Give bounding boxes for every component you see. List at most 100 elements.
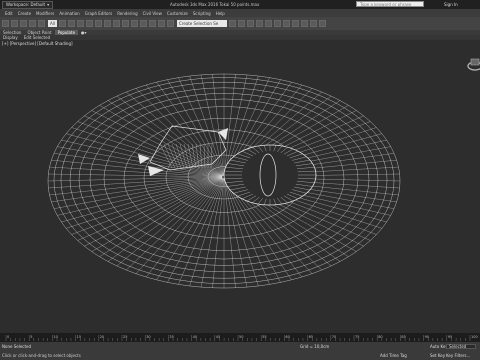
mesh-edge — [178, 178, 224, 285]
menu-item-modifiers[interactable]: Modifiers — [36, 11, 54, 16]
menu-item-create[interactable]: Create — [18, 11, 31, 16]
menu-bar: Edit Create Modifiers Animation Graph Ed… — [0, 9, 480, 17]
search-input[interactable]: Type a keyword or phrase — [356, 1, 424, 7]
mesh-edge — [71, 177, 223, 235]
selection-status: None Selected — [2, 344, 32, 349]
workspace-label: Workspace: Default — [6, 2, 46, 7]
select-by-name-icon[interactable] — [67, 20, 75, 27]
menu-item-animation[interactable]: Animation — [59, 11, 79, 16]
mesh-edge — [61, 177, 223, 223]
material-editor-icon[interactable] — [282, 20, 290, 27]
timeline-tick-label: 70 — [332, 335, 336, 339]
workspace-selector[interactable]: Workspace: Default ▾ — [2, 0, 54, 9]
timeline-ticks: 0 5 10 15 20 25 30 35 40 45 50 55 60 65 70 75 80 85 90 95 10… — [5, 335, 478, 341]
key-filters-button[interactable]: Key Filters... — [446, 353, 470, 358]
key-filter-dropdown[interactable]: Selected — [446, 344, 476, 349]
menu-item-rendering[interactable]: Rendering — [117, 11, 137, 16]
curve-editor-icon[interactable] — [264, 20, 272, 27]
selection-filter-dropdown[interactable]: All — [48, 20, 57, 27]
mesh-edge — [107, 100, 223, 177]
mesh-edge — [223, 178, 236, 288]
grid-size: Grid = 10,0cm — [300, 344, 330, 349]
menu-item-customize[interactable]: Customize — [167, 11, 188, 16]
mesh-edge — [99, 177, 223, 257]
cutout-edge — [179, 143, 188, 169]
window-crossing-icon[interactable] — [85, 20, 93, 27]
pivot-center-icon[interactable] — [130, 20, 138, 27]
layer-explorer-icon[interactable] — [246, 20, 254, 27]
mesh-edge — [212, 178, 225, 288]
timeline-tick-label: 5 — [30, 335, 32, 339]
reference-coordinate-icon[interactable] — [121, 20, 129, 27]
perspective-viewport[interactable]: [+] [Perspective] [Default Shading] — [0, 40, 480, 333]
unlink-icon[interactable] — [29, 20, 36, 27]
key-filter-value: Selected — [449, 344, 467, 349]
schematic-view-icon[interactable] — [273, 20, 281, 27]
timeline-tick-label: 35 — [169, 335, 173, 339]
render-setup-icon[interactable] — [291, 20, 299, 27]
menu-item-graph-editors[interactable]: Graph Editors — [85, 11, 112, 16]
menu-item-civil-view[interactable]: Civil View — [143, 11, 162, 16]
mesh-edge — [167, 178, 224, 283]
timeline-tick-label: 90 — [425, 335, 429, 339]
title-bar: Workspace: Default ▾ Autodesk 3ds Max 20… — [0, 0, 480, 9]
percent-snap-icon[interactable] — [157, 20, 165, 27]
rectangular-selection-icon[interactable] — [76, 20, 84, 27]
chevron-down-icon: ▾ — [47, 2, 50, 7]
scale-icon[interactable] — [112, 20, 120, 27]
menu-item-scripting[interactable]: Scripting — [193, 11, 211, 16]
timeline-tick-label: 40 — [193, 335, 197, 339]
mesh-edge — [135, 178, 224, 274]
named-selection-set-dropdown[interactable]: Create Selection Se — [176, 20, 227, 27]
undo-icon[interactable] — [2, 20, 9, 27]
timeline-tick-label: 45 — [216, 335, 220, 339]
mesh-edge — [212, 74, 225, 176]
spinner-snap-icon[interactable] — [166, 20, 174, 27]
selection-filter-value: All — [50, 21, 55, 26]
main-toolbar: All Create Selection Se — [0, 17, 480, 30]
search-placeholder: Type a keyword or phrase — [360, 1, 412, 7]
render-production-icon[interactable] — [309, 20, 317, 27]
timeline-tick-label: 85 — [401, 335, 405, 339]
hole-inner — [259, 153, 277, 197]
prompt-hint: Click or click-and-drag to select object… — [2, 353, 81, 358]
timeline-tick-label: 65 — [309, 335, 313, 339]
align-icon[interactable] — [237, 20, 245, 27]
menu-item-edit[interactable]: Edit — [5, 11, 13, 16]
add-time-tag-button[interactable]: Add Time Tag — [380, 353, 407, 358]
cutout-edge — [203, 143, 206, 169]
viewport-label[interactable]: [+] [Perspective] [Default Shading] — [2, 41, 73, 46]
redo-icon[interactable] — [11, 20, 18, 27]
sign-in-button[interactable]: Sign In — [444, 2, 458, 7]
timeline-bar[interactable]: 0 5 10 15 20 25 30 35 40 45 50 55 60 65 70 75 80 85 90 95 10… — [0, 333, 480, 342]
angle-snap-icon[interactable] — [148, 20, 156, 27]
timeline-tick-label: 50 — [239, 335, 243, 339]
status-bar: None Selected Click or click-and-drag to… — [0, 342, 480, 360]
graphite-toggle-icon[interactable] — [255, 20, 263, 27]
viewcube-icon[interactable] — [462, 54, 480, 72]
link-icon[interactable] — [20, 20, 27, 27]
mesh-edge — [178, 77, 224, 176]
timeline-tick-label: 0 — [7, 335, 9, 339]
timeline-tick-label: 20 — [100, 335, 104, 339]
rotate-icon[interactable] — [103, 20, 111, 27]
cutout-edge — [183, 143, 191, 169]
mirror-icon[interactable] — [228, 20, 236, 27]
timeline-tick-label: 80 — [378, 335, 382, 339]
set-key-button[interactable]: Set Key — [430, 353, 445, 358]
named-selection-set-value: Create Selection Se — [178, 21, 219, 26]
menu-item-help[interactable]: Help — [216, 11, 225, 16]
snap-toggle-icon[interactable] — [139, 20, 147, 27]
move-icon[interactable] — [94, 20, 102, 27]
timeline-tick-label: 30 — [146, 335, 150, 339]
mesh-edge — [51, 177, 223, 203]
select-object-icon[interactable] — [58, 20, 66, 27]
timeline-tick-label: 75 — [355, 335, 359, 339]
timeline-tick-label: 15 — [77, 335, 81, 339]
bind-space-warp-icon[interactable] — [38, 20, 45, 27]
window-title: Autodesk 3ds Max 2016 Tokai 50 points.ma… — [170, 2, 260, 7]
wireframe-scene — [47, 73, 401, 289]
timeline-tick-label: 95 — [448, 335, 452, 339]
rendered-frame-icon[interactable] — [300, 20, 308, 27]
render-teapot-icon[interactable] — [318, 20, 326, 27]
